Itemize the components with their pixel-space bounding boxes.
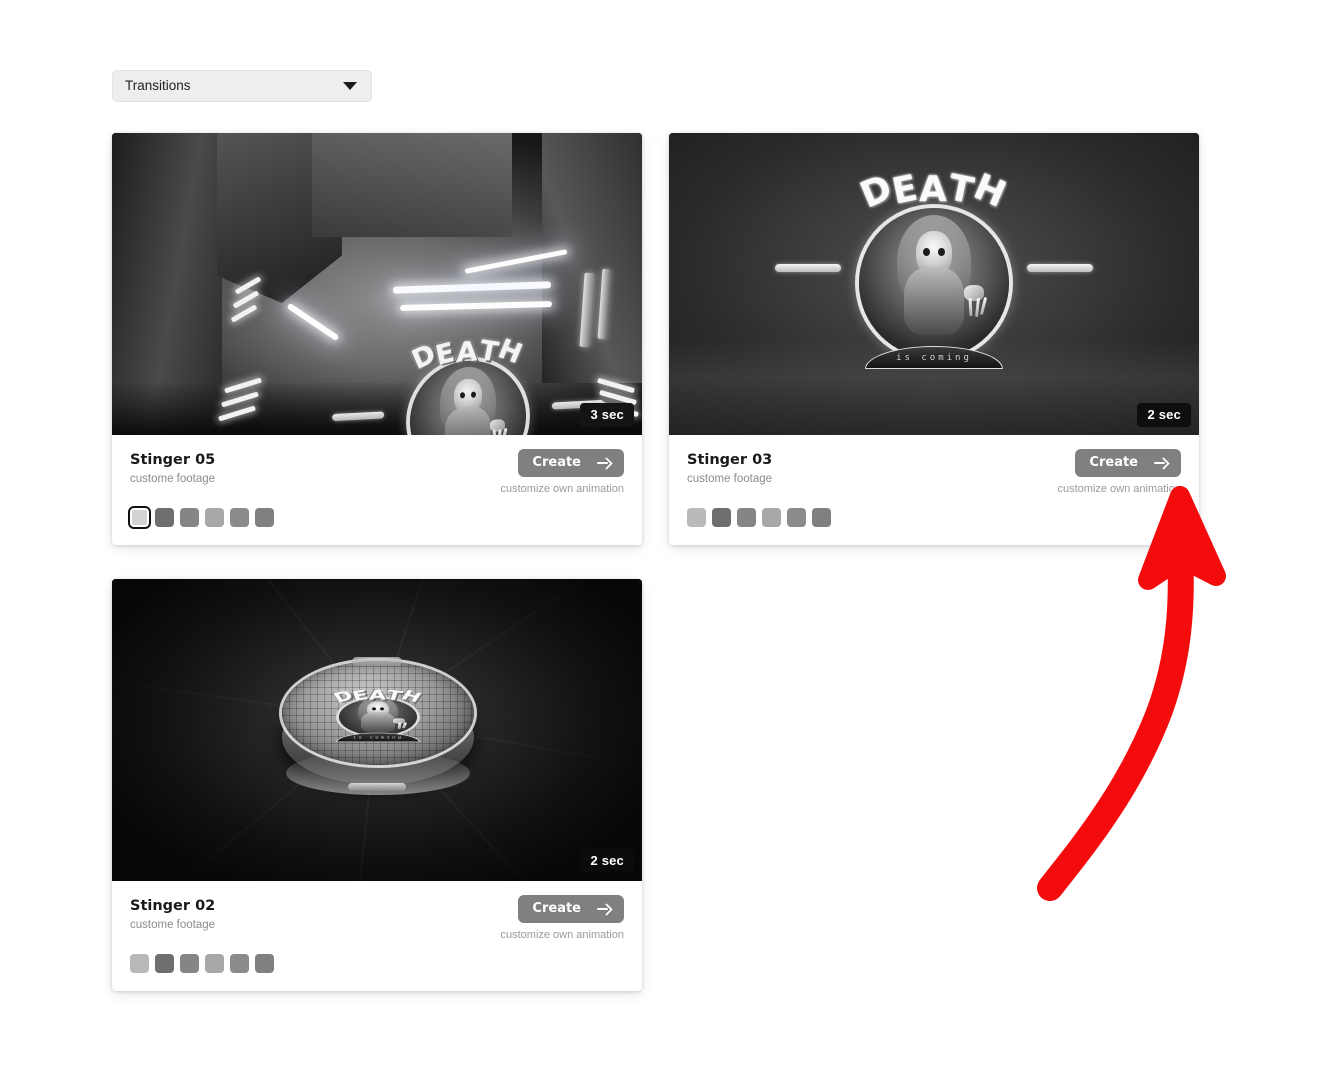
card-body: Stinger 02 custome footage Create custom… [112, 881, 642, 991]
color-swatch[interactable] [230, 954, 249, 973]
death-logo-text: DEATH [854, 166, 1014, 217]
duration-badge: 2 sec [580, 849, 634, 873]
color-swatch[interactable] [205, 508, 224, 527]
color-swatch[interactable] [180, 508, 199, 527]
color-swatch-list [687, 508, 831, 527]
death-logo-banner: is coming [865, 346, 1003, 369]
color-swatch[interactable] [255, 954, 274, 973]
create-button-label: Create [532, 455, 581, 470]
thumbnail-scene-studio: DEATH is coming [669, 133, 1199, 435]
card-body: Stinger 03 custome footage Create custom… [669, 435, 1199, 545]
create-button-label: Create [1089, 455, 1138, 470]
customize-hint: customize own animation [500, 929, 624, 941]
arrow-right-icon [1154, 457, 1169, 469]
color-swatch-list [130, 954, 274, 973]
color-swatch[interactable] [230, 508, 249, 527]
death-logo-text: DEATH [330, 687, 426, 707]
color-swatch[interactable] [255, 508, 274, 527]
create-button[interactable]: Create [1075, 449, 1181, 477]
color-swatch[interactable] [155, 508, 174, 527]
duration-badge: 3 sec [580, 403, 634, 427]
death-logo: DEATH is coming [332, 330, 604, 435]
color-swatch[interactable] [787, 508, 806, 527]
color-swatch[interactable] [762, 508, 781, 527]
thumbnail-scene-corridor: DEATH is coming [112, 133, 642, 435]
death-logo: DEATH is coming [320, 687, 436, 743]
transitions-dropdown[interactable]: Transitions [112, 70, 372, 102]
stinger-card[interactable]: DEATH is coming 3 sec Stinger 05 custome… [112, 133, 642, 545]
thumbnail-scene-disc: DEATH is coming [112, 579, 642, 881]
duration-badge: 2 sec [1137, 403, 1191, 427]
color-swatch[interactable] [180, 954, 199, 973]
color-swatch[interactable] [737, 508, 756, 527]
card-body: Stinger 05 custome footage Create custom… [112, 435, 642, 545]
stinger-card[interactable]: DEATH is coming 2 sec Stinger 02 custome… [112, 579, 642, 991]
page-root: Transitions DEATH 3 sec Stinger 05 custo… [0, 0, 1330, 1089]
customize-hint: customize own animation [1057, 483, 1181, 495]
customize-hint: customize own animation [500, 483, 624, 495]
transitions-dropdown-label: Transitions [125, 78, 191, 94]
color-swatch[interactable] [205, 954, 224, 973]
card-thumbnail[interactable]: DEATH is coming 3 sec [112, 133, 642, 435]
create-button-label: Create [532, 901, 581, 916]
arrow-right-icon [597, 903, 612, 915]
card-actions: Create customize own animation [500, 449, 624, 496]
arrow-right-icon [597, 457, 612, 469]
stinger-card[interactable]: DEATH is coming 2 sec Stinger 03 custome… [669, 133, 1199, 545]
death-logo-banner: is coming [336, 732, 420, 743]
card-actions: Create customize own animation [1057, 449, 1181, 496]
chevron-down-icon [343, 82, 357, 90]
color-swatch-list [128, 506, 274, 529]
color-swatch[interactable] [687, 508, 706, 527]
card-thumbnail[interactable]: DEATH is coming 2 sec [669, 133, 1199, 435]
death-logo-text: DEATH [407, 333, 529, 377]
death-logo: DEATH is coming [775, 166, 1093, 369]
color-swatch[interactable] [155, 954, 174, 973]
color-swatch[interactable] [712, 508, 731, 527]
color-swatch[interactable] [812, 508, 831, 527]
color-swatch[interactable] [130, 954, 149, 973]
card-thumbnail[interactable]: DEATH is coming 2 sec [112, 579, 642, 881]
card-actions: Create customize own animation [500, 895, 624, 942]
color-swatch[interactable] [128, 506, 151, 529]
create-button[interactable]: Create [518, 895, 624, 923]
disc-object: DEATH is coming [280, 655, 476, 805]
create-button[interactable]: Create [518, 449, 624, 477]
